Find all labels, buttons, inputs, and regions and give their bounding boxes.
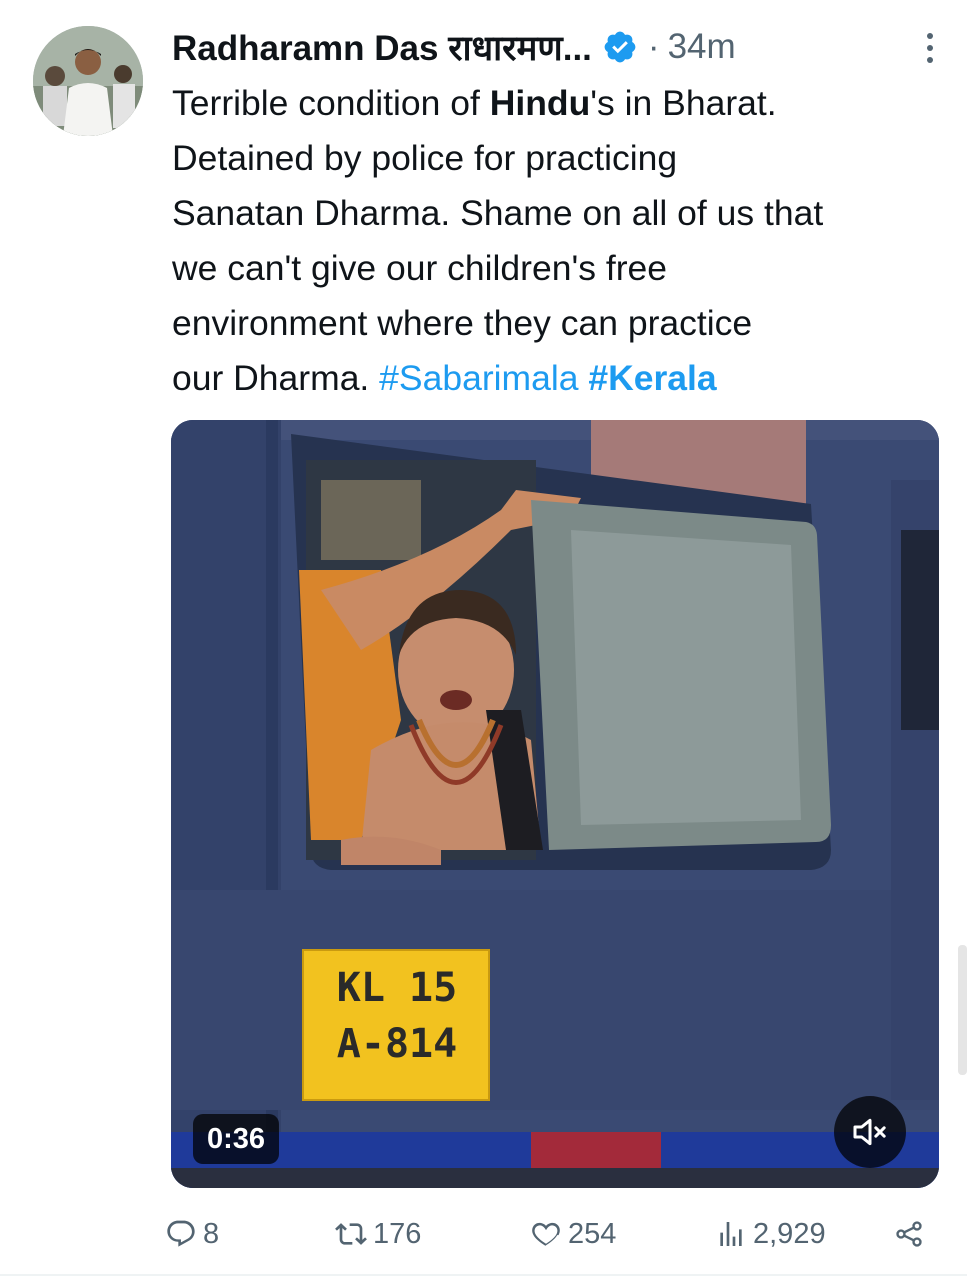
separator-dot: ·: [647, 27, 660, 66]
more-vertical-icon[interactable]: [923, 28, 937, 68]
view-count: 2,929: [753, 1217, 826, 1250]
scrollbar[interactable]: [958, 945, 967, 1075]
text-segment: Terrible condition of: [172, 83, 490, 123]
reply-count: 8: [203, 1217, 220, 1250]
tweet-text-line: Sanatan Dharma. Shame on all of us that: [172, 193, 824, 233]
tweet-text: Terrible condition of Hindu's in Bharat.…: [172, 76, 962, 406]
hashtag-link[interactable]: #Kerala: [588, 358, 716, 398]
tweet-text-line: environment where they can practice: [172, 303, 753, 343]
repost-button[interactable]: 176: [335, 1206, 421, 1262]
text-segment: 's in Bharat.: [590, 83, 777, 123]
share-button[interactable]: [893, 1206, 931, 1262]
heart-icon: [532, 1222, 560, 1247]
tweet-text-line: our Dharma. #Sabarimala #Kerala: [172, 351, 962, 406]
views-button[interactable]: 2,929: [715, 1206, 826, 1262]
avatar[interactable]: [33, 26, 143, 136]
views-icon: [720, 1222, 742, 1246]
license-plate: KL 15 A-814: [307, 960, 487, 1072]
post-time[interactable]: 34m: [668, 27, 736, 67]
text-segment: [578, 358, 588, 398]
divider: [0, 1274, 967, 1276]
like-count: 254: [568, 1217, 617, 1250]
mute-button[interactable]: [834, 1096, 906, 1168]
like-button[interactable]: 254: [530, 1206, 616, 1262]
reply-button[interactable]: 8: [165, 1206, 219, 1262]
plate-line-2: A-814: [336, 1021, 458, 1067]
verified-badge-icon: [604, 31, 636, 63]
text-segment: our Dharma.: [172, 358, 380, 398]
text-segment-bold: Hindu: [489, 83, 591, 123]
hashtag-link[interactable]: #Sabarimala: [379, 358, 578, 398]
repost-count: 176: [373, 1217, 422, 1250]
reply-icon: [167, 1220, 195, 1247]
tweet-text-line: Terrible condition of Hindu's in Bharat.: [172, 76, 962, 131]
tweet-text-line: Detained by police for practicing: [172, 138, 678, 178]
muted-speaker-icon: [853, 1118, 886, 1146]
share-icon: [896, 1221, 922, 1247]
plate-line-1: KL 15: [336, 965, 458, 1011]
video-duration: 0:36: [193, 1114, 280, 1164]
repost-icon: [335, 1223, 367, 1245]
tweet-header: Radharamn Das राधारमण... · 34m: [172, 22, 937, 72]
author-name[interactable]: Radharamn Das राधारमण...: [172, 24, 592, 71]
tweet-text-line: we can't give our children's free: [172, 248, 668, 288]
action-bar: 8 176 254 2,929: [165, 1206, 935, 1262]
video-frame: [171, 420, 939, 1188]
video-player[interactable]: KL 15 A-814 0:36: [171, 420, 939, 1188]
